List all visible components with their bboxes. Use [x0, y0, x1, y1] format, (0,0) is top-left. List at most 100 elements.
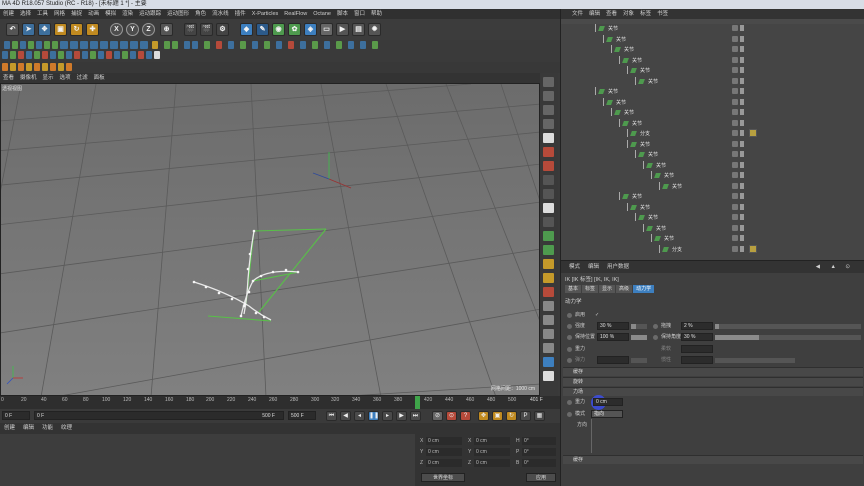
render-picture-icon[interactable]: 🎬 [200, 23, 213, 36]
plugin-icon[interactable] [312, 41, 318, 49]
layout-icon[interactable] [543, 231, 554, 241]
layout-icon[interactable] [543, 287, 554, 297]
plugin-icon[interactable] [146, 51, 152, 59]
strength-slider[interactable] [631, 324, 647, 329]
drag-slider[interactable] [715, 324, 861, 329]
plugin-icon[interactable] [360, 41, 366, 49]
visibility-icon[interactable] [740, 203, 744, 210]
lock-icon[interactable]: ⊙ [841, 261, 854, 273]
visibility-icon[interactable] [740, 193, 744, 199]
obj-menu-file[interactable]: 文件 [569, 9, 586, 19]
plugin-icon[interactable] [138, 51, 144, 59]
vp-menu-options[interactable]: 选项 [57, 73, 74, 83]
apply-button[interactable]: 应用 [526, 473, 556, 482]
back-arrow-icon[interactable]: ◀ [812, 261, 824, 273]
plugin-icon[interactable] [82, 51, 88, 59]
plugin-icon[interactable] [52, 41, 58, 49]
object-row[interactable]: 关节 [561, 202, 864, 211]
material-manager[interactable] [0, 434, 415, 486]
plugin-icon[interactable] [42, 51, 48, 59]
coord-size-z[interactable]: 0 cm [474, 459, 510, 467]
camera-icon[interactable]: ▶ [336, 23, 349, 36]
plugin-icon[interactable] [36, 41, 42, 49]
plugin-icon[interactable] [324, 41, 330, 49]
visibility-icon[interactable] [740, 25, 744, 31]
timeline-cursor[interactable] [415, 396, 420, 409]
coord-position-z[interactable]: 0 cm [426, 459, 462, 467]
menu-tools[interactable]: 工具 [34, 9, 51, 19]
plugin-icon[interactable] [228, 41, 234, 49]
layer-icon[interactable] [732, 182, 738, 189]
y-axis-button[interactable]: Y [126, 23, 139, 36]
attr-menu-mode[interactable]: 模式 [565, 261, 584, 273]
visibility-icon[interactable] [740, 235, 744, 241]
play-icon[interactable]: ❚❚ [368, 411, 379, 421]
end-frame-field[interactable]: 500 F [288, 411, 316, 420]
vp-menu-view[interactable]: 查看 [0, 73, 17, 83]
keyframe-icon[interactable]: ? [460, 411, 471, 421]
plugin-icon[interactable] [10, 63, 16, 71]
plugin-icon[interactable] [140, 41, 148, 49]
menu-snap[interactable]: 捕捉 [68, 9, 85, 19]
menu-plugins[interactable]: 插件 [232, 9, 249, 19]
softness-field[interactable] [681, 345, 713, 353]
layer-icon[interactable] [732, 109, 738, 115]
plugin-icon[interactable] [348, 41, 354, 49]
layer-icon[interactable] [732, 77, 738, 84]
layout-icon[interactable] [543, 245, 554, 255]
plugin-icon[interactable] [110, 41, 118, 49]
layout-icon[interactable] [543, 301, 554, 311]
plugin-icon[interactable] [60, 41, 68, 49]
array-icon[interactable]: ✿ [288, 23, 301, 36]
plugin-icon[interactable] [154, 51, 160, 59]
object-row[interactable]: 分支 [561, 129, 864, 137]
coord-rotation-p[interactable]: 0° [522, 448, 556, 456]
object-row[interactable]: 关节 [561, 66, 864, 74]
plugin-icon[interactable] [50, 51, 56, 59]
object-row[interactable]: 关节 [561, 150, 864, 158]
vp-menu-display[interactable]: 显示 [40, 73, 57, 83]
vp-menu-filter[interactable]: 过滤 [74, 73, 91, 83]
world-coord-dropdown[interactable]: 世界坐标 [421, 473, 465, 482]
next-frame-icon[interactable]: ▸ [382, 411, 393, 421]
coord-size-y[interactable]: 0 cm [474, 448, 510, 456]
scene-icon[interactable]: ▤ [352, 23, 365, 36]
layer-icon[interactable] [732, 56, 738, 63]
plugin-icon[interactable] [26, 51, 32, 59]
grid-key-icon[interactable]: ▦ [534, 411, 545, 421]
plugin-icon[interactable] [152, 41, 158, 49]
keep-pos-slider[interactable] [631, 335, 647, 340]
rotate-key-icon[interactable]: ↻ [506, 411, 517, 421]
plugin-icon[interactable] [240, 41, 246, 49]
layout-icon[interactable] [543, 357, 554, 367]
plugin-icon[interactable] [98, 51, 104, 59]
plugin-icon[interactable] [18, 51, 24, 59]
visibility-icon[interactable] [740, 224, 744, 231]
plugin-icon[interactable] [130, 51, 136, 59]
plugin-icon[interactable] [4, 41, 10, 49]
transform-icon[interactable]: ✚ [86, 23, 99, 36]
mat-menu-edit[interactable]: 编辑 [19, 423, 38, 434]
menu-simulate[interactable]: 模拟 [102, 9, 119, 19]
render-settings-icon[interactable]: ⚙ [216, 23, 229, 36]
keep-angle-slider[interactable] [715, 335, 861, 340]
start-frame-field[interactable]: 0 F [2, 411, 30, 420]
prev-frame-icon[interactable]: ◂ [354, 411, 365, 421]
plugin-icon[interactable] [42, 63, 48, 71]
obj-menu-edit[interactable]: 编辑 [586, 9, 603, 19]
bounce-slider[interactable] [631, 358, 647, 363]
visibility-icon[interactable] [740, 98, 744, 105]
menu-window[interactable]: 窗口 [351, 9, 368, 19]
section-cache[interactable]: 缓存 [563, 367, 863, 376]
visibility-icon[interactable] [740, 245, 744, 252]
object-row[interactable]: 关节 [561, 213, 864, 221]
subdivision-icon[interactable]: ◉ [272, 23, 285, 36]
mode-radio[interactable] [567, 412, 572, 417]
z-axis-button[interactable]: Z [142, 23, 155, 36]
menu-octane[interactable]: Octane [310, 9, 334, 19]
vp-menu-camera[interactable]: 摄像机 [17, 73, 40, 83]
inertia-slider[interactable] [715, 358, 795, 363]
plugin-icon[interactable] [276, 41, 282, 49]
next-key-icon[interactable]: ▶ [396, 411, 407, 421]
gravity-field-input[interactable]: 0 cm [593, 398, 623, 406]
